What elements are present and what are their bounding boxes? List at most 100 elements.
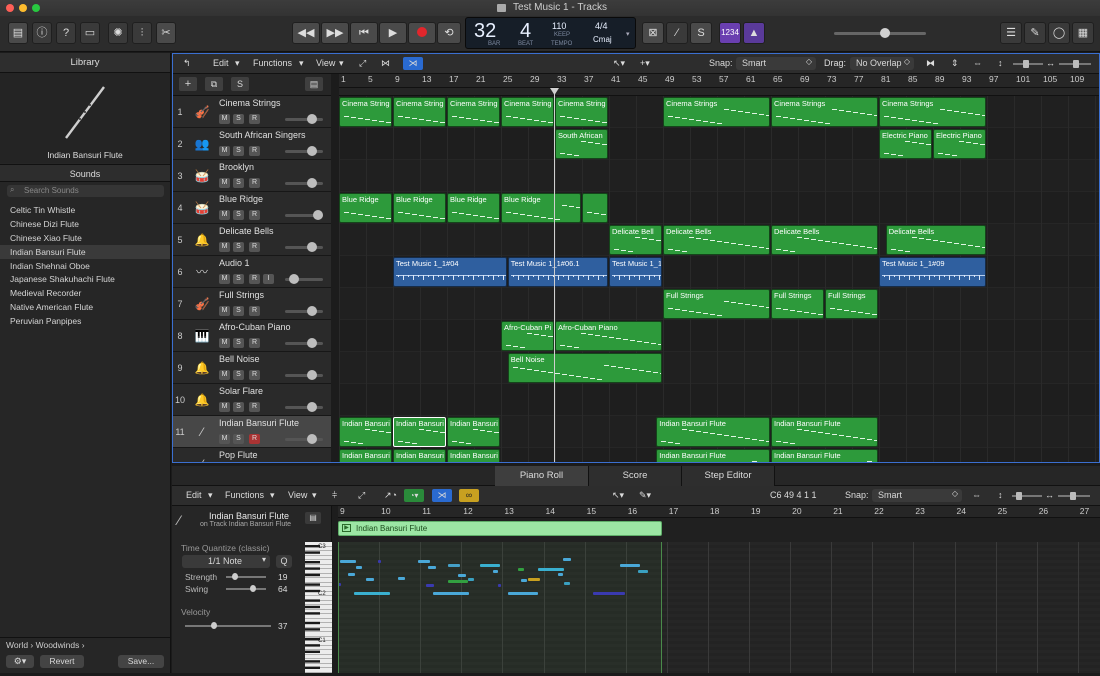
track-region[interactable]: Cinema String [339,97,392,127]
horizontal-zoom-slider[interactable] [1059,60,1091,68]
track-region[interactable]: Indian Bansuri [447,449,500,462]
editor-ruler[interactable]: 9 10 11 12 13 14 15 16 17 18 19 20 21 22 23 24 25 26 27 [338,506,1100,518]
editor-hzoom-icon[interactable]: ↔ [1045,490,1054,500]
midi-note[interactable] [563,558,571,561]
record-enable-button[interactable]: R [249,306,260,316]
editor-pencil-icon[interactable]: ✎▾ [639,490,651,501]
link-icon[interactable]: ∞ [459,489,479,502]
track-volume-slider[interactable] [285,274,323,284]
quantize-button[interactable]: Q [276,555,292,568]
track-region[interactable]: Cinema Strings [879,97,986,127]
automation-icon[interactable]: ⤢ [359,58,366,69]
list-editors-icon[interactable]: ☰ [1000,22,1022,44]
editor-edit-menu[interactable]: Edit [186,490,202,500]
breadcrumb-woodwinds[interactable]: Woodwinds [36,640,80,650]
inspector-toggle-icon[interactable]: ▤ [305,512,321,524]
tracks-ruler[interactable]: 1 5 9 13 17 21 25 29 33 37 41 45 49 53 57 61 65 69 73 77 81 8… [339,74,1099,88]
solo-button[interactable]: S [233,210,244,220]
track-name[interactable]: Delicate Bells [219,226,274,236]
swing-slider[interactable] [226,585,266,592]
track-header[interactable]: 1 🎻 Cinema Strings M S R [173,96,331,128]
track-region[interactable]: Blue Ridge [393,193,446,223]
track-region[interactable]: Delicate Bells [663,225,770,255]
track-volume-slider[interactable] [285,178,323,188]
sound-item[interactable]: Peruvian Panpipes [10,315,81,328]
solo-button[interactable]: S [233,146,244,156]
editors-icon[interactable]: ✂ [156,22,176,44]
track-header[interactable]: 9 🔔 Bell Noise M S R [173,352,331,384]
piano-roll-grid[interactable] [338,542,1100,673]
track-volume-slider[interactable] [285,434,323,444]
mute-button[interactable]: M [219,114,230,124]
track-region[interactable]: Blue Ridge [339,193,392,223]
midi-note[interactable] [538,568,564,571]
flex-icon[interactable]: ⋈ [381,58,390,69]
global-tracks-icon[interactable]: ▤ [305,77,323,91]
track-lane[interactable] [339,352,1099,384]
mute-button[interactable]: M [219,306,230,316]
track-region[interactable]: Full Strings [825,289,878,319]
toolbar-icon[interactable]: ▭ [80,22,100,44]
track-name[interactable]: South African Singers [219,130,306,140]
mute-button[interactable]: M [219,146,230,156]
track-volume-knob[interactable] [289,274,299,284]
record-enable-button[interactable]: R [249,114,260,124]
midi-note[interactable] [340,560,356,563]
track-name[interactable]: Full Strings [219,290,264,300]
track-region[interactable]: Afro-Cuban Pi [501,321,554,351]
midi-note[interactable] [480,564,500,567]
track-region[interactable]: Full Strings [663,289,770,319]
solo-button[interactable]: S [233,306,244,316]
drag-dropdown[interactable]: No Overlap ◇ [850,57,914,70]
sound-item[interactable]: Native American Flute [10,301,93,314]
midi-note[interactable] [558,573,563,576]
record-enable-button[interactable]: R [249,242,260,252]
track-region[interactable]: Test Music 1_1 [609,257,662,287]
zoom-window-button[interactable] [32,4,40,12]
fast-forward-button[interactable]: ▶▶ [321,22,349,44]
solo-button[interactable]: S [233,274,244,284]
midi-note[interactable] [638,570,648,573]
track-name[interactable]: Audio 1 [219,258,250,268]
notepad-icon[interactable]: ✎ [1024,22,1046,44]
track-region[interactable]: Indian Bansuri [393,449,446,462]
sound-item[interactable]: Indian Shehnai Oboe [10,260,90,273]
midi-note[interactable] [493,570,498,573]
track-region[interactable]: Indian Bansuri [339,449,392,462]
save-button[interactable]: Save... [118,655,164,668]
record-enable-button[interactable]: R [249,402,260,412]
track-region[interactable]: Afro-Cuban Piano [555,321,662,351]
track-region[interactable]: Indian Bansuri Flute [771,449,878,462]
lcd-display[interactable]: 32 BAR 4 BEAT 110 KEEP TEMPO 4/4 Cmaj ▾ [465,17,636,49]
track-region[interactable]: Indian Bansuri [339,417,392,447]
solo-button[interactable]: S [233,242,244,252]
track-region[interactable]: Test Music 1_1#09 [879,257,986,287]
midi-note[interactable] [448,564,460,567]
track-volume-knob[interactable] [307,242,317,252]
record-enable-button[interactable]: R [249,434,260,444]
horizontal-zoom-icon[interactable]: ↔ [1046,58,1055,68]
midi-note[interactable] [564,582,570,585]
track-name[interactable]: Solar Flare [219,386,263,396]
lcd-chevron-down-icon[interactable]: ▾ [626,30,630,38]
mixer-icon[interactable]: ⫶ [132,22,152,44]
pencil-tool-icon[interactable]: +▾ [640,58,650,69]
track-name[interactable]: Pop Flute [219,450,258,460]
track-volume-slider[interactable] [285,210,323,220]
midi-note[interactable] [428,566,436,569]
midi-note[interactable] [398,577,405,580]
tab-piano-roll[interactable]: Piano Roll [495,466,589,486]
catch-playhead-icon[interactable]: ⋊ [403,57,423,70]
midi-note[interactable] [468,578,474,581]
solo-button[interactable]: S [233,114,244,124]
strength-slider[interactable] [226,573,266,580]
metronome-icon[interactable]: ▲ [743,22,765,44]
go-to-beginning-button[interactable]: ⏮ [350,22,378,44]
record-button[interactable] [408,22,436,44]
mute-button[interactable]: M [219,370,230,380]
revert-button[interactable]: Revert [40,655,84,668]
track-region[interactable]: Indian Bansuri Flute [771,417,878,447]
track-lane[interactable] [339,384,1099,416]
editor-automation-icon[interactable]: ⤢ [358,490,365,501]
master-volume-knob[interactable] [880,28,890,38]
